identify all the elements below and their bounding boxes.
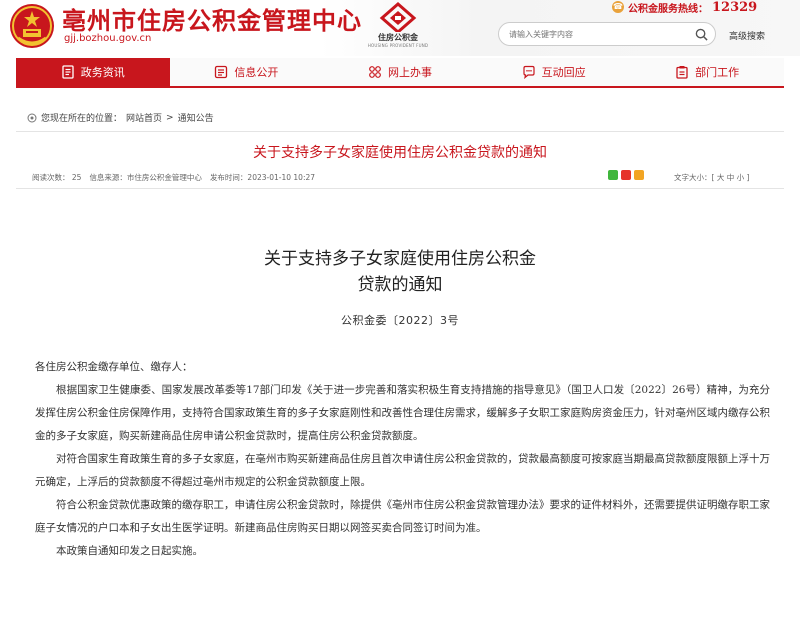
search-icon[interactable] (695, 28, 708, 41)
network-icon (369, 66, 381, 78)
document-paragraph: 符合公积金贷款优惠政策的缴存职工，申请住房公积金贷款时，除提供《亳州市住房公积金… (35, 499, 770, 534)
nav-label: 网上办事 (387, 66, 432, 79)
share-buttons (608, 170, 644, 180)
qzone-share-icon[interactable] (634, 170, 644, 180)
clipboard-icon (676, 66, 688, 79)
phone-icon: ☎ (612, 1, 624, 13)
document-title: 关于支持多子女家庭使用住房公积金 贷款的通知 (0, 246, 800, 298)
housing-fund-logo-subtitle: HOUSING PROVIDENT FUND (367, 43, 429, 48)
document-greeting: 各住房公积金缴存单位、缴存人： (35, 361, 193, 373)
site-title[interactable]: 亳州市住房公积金管理中心 (62, 1, 362, 36)
nav-label: 信息公开 (234, 66, 279, 79)
document-paragraph: 根据国家卫生健康委、国家发展改革委等17部门印发《关于进一步完善和落实积极生育支… (35, 384, 770, 442)
nav-label: 政务资讯 (80, 66, 125, 79)
document-paragraph: 本政策自通知印发之日起实施。 (56, 545, 203, 557)
wechat-share-icon[interactable] (608, 170, 618, 180)
document-icon (62, 65, 74, 79)
housing-fund-logo: 住房公积金 HOUSING PROVIDENT FUND (366, 2, 430, 50)
font-size-label: 文字大小：[ (674, 173, 715, 182)
nav-item-department-work[interactable]: 部门工作 (630, 58, 784, 86)
meta-divider (16, 188, 784, 189)
housing-fund-logo-name: 住房公积金 (378, 33, 418, 42)
font-size-close: ] (746, 173, 750, 182)
nav-item-news[interactable]: 政务资讯 (16, 58, 170, 86)
breadcrumb-divider (16, 131, 784, 132)
search-input[interactable] (509, 27, 689, 42)
search-box (498, 22, 716, 46)
hotline-label: 公积金服务热线： (628, 3, 708, 15)
article-title: 关于支持多子女家庭使用住房公积金贷款的通知 (253, 145, 547, 161)
list-icon (215, 65, 228, 79)
nav-label: 互动回应 (541, 66, 586, 79)
info-source: 信息来源：市住房公积金管理中心 (89, 173, 202, 182)
font-size-medium[interactable]: 中 (727, 173, 735, 182)
breadcrumb-home-link[interactable]: 网站首页 (126, 111, 162, 124)
document-number: 公积金委〔2022〕3号 (341, 314, 459, 327)
nav-item-online-services[interactable]: 网上办事 (323, 58, 477, 86)
breadcrumb-current-link[interactable]: 通知公告 (178, 111, 214, 124)
chat-icon (522, 65, 535, 79)
view-count: 阅读次数： 25 (32, 173, 82, 182)
site-domain: gjj.bozhou.gov.cn (64, 33, 152, 44)
document-title-line-1: 关于支持多子女家庭使用住房公积金 (264, 249, 536, 269)
font-size-large[interactable]: 大 (717, 173, 725, 182)
breadcrumb: 您现在所在的位置： 网站首页 > 通知公告 (27, 111, 214, 124)
nav-item-disclosure[interactable]: 信息公开 (170, 58, 324, 86)
service-hotline: ☎ 公积金服务热线： 12329 (612, 0, 758, 15)
nav-label: 部门工作 (695, 66, 740, 79)
hotline-number: 12329 (712, 0, 758, 15)
breadcrumb-prefix: 您现在所在的位置： (41, 114, 123, 124)
font-size-control: 文字大小：[ 大 中 小 ] (674, 172, 749, 183)
main-nav: 政务资讯 信息公开 网上办事 互动回应 部门工作 (16, 58, 784, 88)
advanced-search-link[interactable]: 高级搜索 (729, 29, 765, 42)
document-body: 各住房公积金缴存单位、缴存人： 根据国家卫生健康委、国家发展改革委等17部门印发… (35, 356, 770, 563)
site-header: 亳州市住房公积金管理中心 gjj.bozhou.gov.cn 住房公积金 HOU… (0, 0, 800, 56)
housing-fund-logo-icon (379, 2, 417, 34)
weibo-share-icon[interactable] (621, 170, 631, 180)
location-icon (27, 113, 37, 122)
document-paragraph: 对符合国家生育政策生育的多子女家庭，在亳州市购买新建商品住房且首次申请住房公积金… (35, 453, 770, 488)
document-title-line-2: 贷款的通知 (357, 275, 443, 295)
article-meta: 阅读次数： 25 信息来源：市住房公积金管理中心 发布时间：2023-01-10… (32, 172, 315, 183)
publish-time: 发布时间：2023-01-10 10:27 (209, 173, 316, 182)
nav-item-interaction[interactable]: 互动回应 (477, 58, 631, 86)
national-emblem-icon (10, 4, 54, 48)
font-size-small[interactable]: 小 (737, 173, 745, 182)
breadcrumb-separator: > (166, 112, 174, 123)
